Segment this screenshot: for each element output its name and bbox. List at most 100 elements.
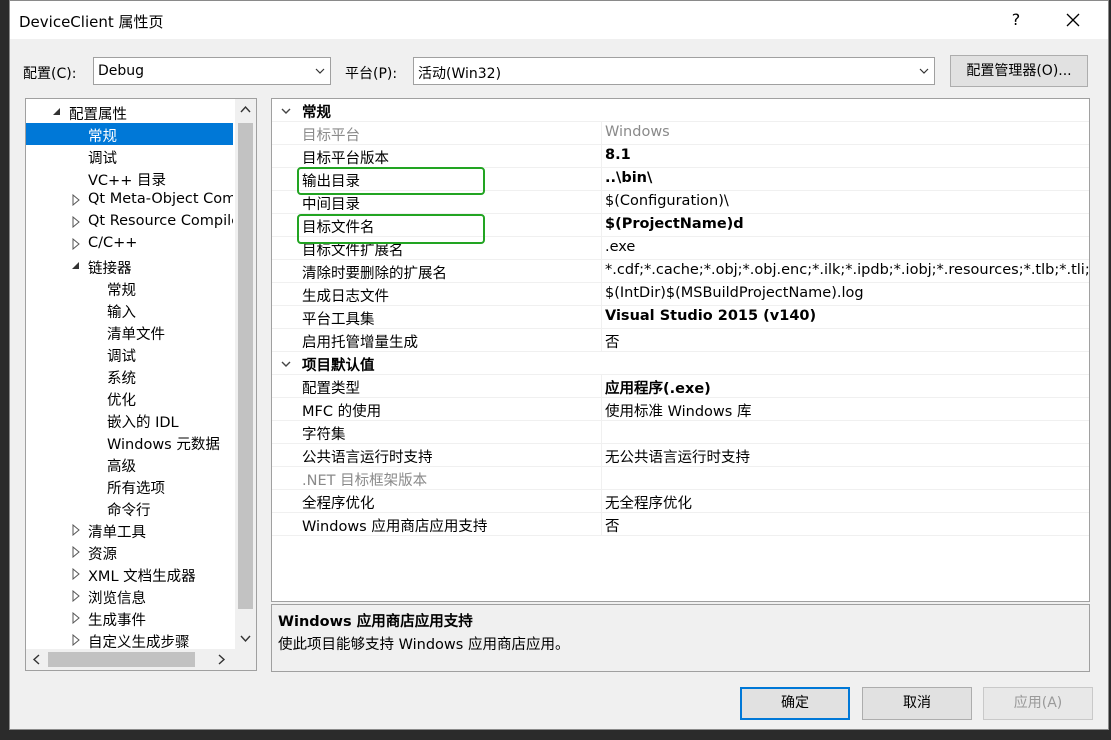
expanded-triangle-icon[interactable] [52,106,62,118]
property-value[interactable]: 使用标准 Windows 库 [605,400,751,421]
collapsed-triangle-icon[interactable] [71,194,81,206]
tree-item[interactable]: 嵌入的 IDL [26,409,233,431]
tree-item[interactable]: 所有选项 [26,475,233,497]
property-category[interactable]: 项目默认值 [272,352,1089,375]
expanded-triangle-icon[interactable] [71,260,81,272]
property-value[interactable]: $(ProjectName)d [605,216,744,232]
column-separator [601,214,602,237]
help-button[interactable]: ? [1008,10,1024,29]
tree-item[interactable]: 高级 [26,453,233,475]
property-value[interactable]: 应用程序(.exe) [605,377,711,398]
column-separator [601,237,602,260]
tree-item[interactable]: C/C++ [26,233,233,255]
tree-item-label: 调试 [88,151,117,167]
tree-item[interactable]: 常规 [26,123,233,145]
tree-item[interactable]: 调试 [26,145,233,167]
property-row[interactable]: 启用托管增量生成 否 [272,329,1089,352]
property-value[interactable]: 否 [605,515,620,536]
tree-item[interactable]: 调试 [26,343,233,365]
property-value[interactable]: $(IntDir)$(MSBuildProjectName).log [605,285,864,301]
property-value[interactable]: .exe [605,239,635,255]
tree-item[interactable]: 清单工具 [26,519,233,541]
collapsed-triangle-icon[interactable] [71,546,81,558]
tree-item[interactable]: Windows 元数据 [26,431,233,453]
property-value[interactable]: 无全程序优化 [605,492,692,513]
column-separator [601,145,602,168]
collapsed-triangle-icon[interactable] [71,568,81,580]
property-value[interactable]: 8.1 [605,147,631,163]
tree-item[interactable]: VC++ 目录 [26,167,233,189]
property-row[interactable]: MFC 的使用 使用标准 Windows 库 [272,398,1089,421]
property-value[interactable]: Visual Studio 2015 (v140) [605,308,816,324]
property-row[interactable]: 平台工具集 Visual Studio 2015 (v140) [272,306,1089,329]
property-value[interactable]: *.cdf;*.cache;*.obj;*.obj.enc;*.ilk;*.ip… [605,262,1089,278]
property-row[interactable]: 全程序优化 无全程序优化 [272,490,1089,513]
collapsed-triangle-icon[interactable] [71,590,81,602]
tree-item[interactable]: Qt Meta-Object Compiler [26,189,233,211]
ok-button[interactable]: 确定 [740,687,850,720]
property-name: 公共语言运行时支持 [302,450,433,466]
property-row[interactable]: 公共语言运行时支持 无公共语言运行时支持 [272,444,1089,467]
property-category[interactable]: 常规 [272,99,1089,122]
tree-item[interactable]: 输入 [26,299,233,321]
tree-item[interactable]: 浏览信息 [26,585,233,607]
scroll-down-icon[interactable] [240,635,251,643]
column-separator [601,168,602,191]
tree-item-label: XML 文档生成器 [88,569,196,585]
scroll-right-icon[interactable] [218,654,226,665]
tree-item[interactable]: 链接器 [26,255,233,277]
collapsed-triangle-icon[interactable] [71,216,81,228]
property-row[interactable]: 生成日志文件 $(IntDir)$(MSBuildProjectName).log [272,283,1089,306]
collapsed-triangle-icon[interactable] [71,238,81,250]
platform-value: 活动(Win32) [418,66,502,82]
tree-item-label: 调试 [107,349,136,365]
config-select[interactable]: Debug [93,57,331,85]
tree-vertical-scrollbar[interactable] [235,99,256,650]
tree-item[interactable]: 配置属性 [26,101,233,123]
property-row[interactable]: 清除时要删除的扩展名 *.cdf;*.cache;*.obj;*.obj.enc;… [272,260,1089,283]
tree-item[interactable]: 资源 [26,541,233,563]
column-separator [601,283,602,306]
column-separator [601,306,602,329]
tree-item-label: 所有选项 [107,481,165,497]
property-tree[interactable]: 配置属性常规调试VC++ 目录Qt Meta-Object CompilerQt… [25,98,257,671]
property-value[interactable]: ..\bin\ [605,170,652,186]
property-row[interactable]: 目标平台 Windows [272,122,1089,145]
column-separator [601,398,602,421]
property-value[interactable]: 否 [605,331,620,352]
property-value[interactable]: $(Configuration)\ [605,193,729,209]
tree-horizontal-thumb[interactable] [48,652,195,667]
tree-item[interactable]: 优化 [26,387,233,409]
collapsed-triangle-icon[interactable] [71,524,81,536]
property-row[interactable]: 目标平台版本 8.1 [272,145,1089,168]
collapsed-triangle-icon[interactable] [71,612,81,624]
config-manager-button[interactable]: 配置管理器(O)... [950,55,1088,87]
tree-item[interactable]: 生成事件 [26,607,233,629]
chevron-down-icon[interactable] [280,359,292,369]
property-value[interactable]: 无公共语言运行时支持 [605,446,750,467]
chevron-down-icon [315,68,325,74]
tree-item[interactable]: 常规 [26,277,233,299]
tree-item[interactable]: 命令行 [26,497,233,519]
tree-item[interactable]: Qt Resource Compiler [26,211,233,233]
property-value[interactable]: Windows [605,124,670,140]
title-bar: DeviceClient 属性页 ? [10,1,1108,39]
collapsed-triangle-icon[interactable] [71,634,81,646]
property-row[interactable]: 字符集 [272,421,1089,444]
scroll-up-icon[interactable] [240,105,251,113]
scroll-left-icon[interactable] [32,654,40,665]
chevron-down-icon[interactable] [280,106,292,116]
tree-item[interactable]: 自定义生成步骤 [26,629,233,651]
tree-item[interactable]: XML 文档生成器 [26,563,233,585]
tree-item[interactable]: 系统 [26,365,233,387]
cancel-button[interactable]: 取消 [862,687,972,720]
close-button[interactable] [1062,9,1084,31]
property-row[interactable]: 配置类型 应用程序(.exe) [272,375,1089,398]
tree-vertical-thumb[interactable] [238,123,253,609]
tree-horizontal-scrollbar[interactable] [26,649,256,670]
tree-item[interactable]: 清单文件 [26,321,233,343]
apply-button[interactable]: 应用(A) [983,687,1093,720]
property-row[interactable]: .NET 目标框架版本 [272,467,1089,490]
property-row[interactable]: Windows 应用商店应用支持 否 [272,513,1089,536]
platform-select[interactable]: 活动(Win32) [413,57,935,85]
